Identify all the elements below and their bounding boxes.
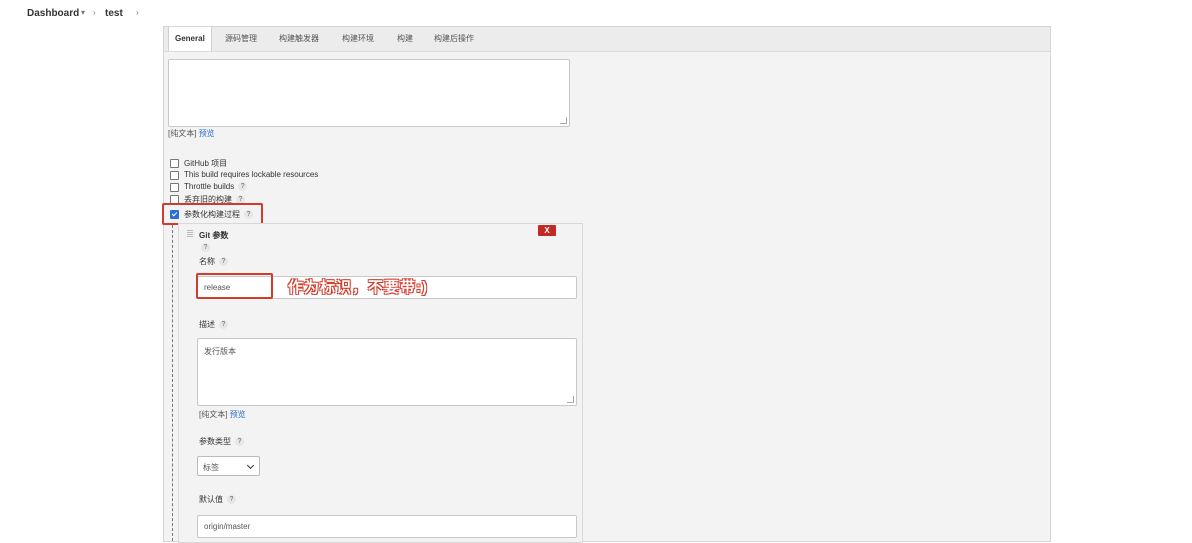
- tab-triggers[interactable]: 构建触发器: [279, 27, 319, 51]
- tab-build[interactable]: 构建: [397, 27, 413, 51]
- chevron-down-icon: [246, 461, 255, 470]
- tab-environment[interactable]: 构建环境: [342, 27, 374, 51]
- tab-post-build[interactable]: 构建后操作: [434, 27, 474, 51]
- resize-handle-icon[interactable]: [567, 396, 574, 403]
- annotation-text: 作为标识，不要带:): [288, 279, 428, 296]
- config-tabs: General 源码管理 构建触发器 构建环境 构建 构建后操作: [164, 27, 1050, 52]
- description-textarea[interactable]: [168, 59, 570, 127]
- highlight-box: [196, 273, 273, 299]
- parameter-type-label: 参数类型: [199, 437, 231, 446]
- help-icon[interactable]: ?: [219, 257, 228, 267]
- preview-link[interactable]: 预览: [230, 410, 246, 419]
- plain-text-label: [纯文本]: [199, 410, 228, 419]
- parameter-type-value: 标签: [203, 463, 219, 472]
- breadcrumb-project[interactable]: test: [105, 8, 123, 19]
- preview-link[interactable]: 预览: [199, 129, 215, 138]
- lockable-resources-checkbox[interactable]: [170, 171, 179, 180]
- description-label: 描述: [199, 320, 215, 329]
- highlight-box: [162, 203, 263, 225]
- chevron-down-icon[interactable]: ▾: [81, 8, 85, 17]
- drag-handle-icon[interactable]: [187, 230, 193, 238]
- description-textarea[interactable]: 发行版本: [197, 338, 577, 406]
- config-panel: General 源码管理 构建触发器 构建环境 构建 构建后操作 [纯文本] 预…: [162, 26, 1051, 543]
- tab-scm[interactable]: 源码管理: [225, 27, 257, 51]
- help-icon[interactable]: ?: [201, 243, 210, 252]
- default-value-label: 默认值: [199, 495, 223, 504]
- option-label: GitHub 项目: [184, 159, 228, 168]
- throttle-builds-checkbox[interactable]: [170, 183, 179, 192]
- chevron-right-icon: ›: [136, 8, 139, 17]
- delete-button[interactable]: X: [538, 225, 556, 236]
- resize-handle-icon[interactable]: [560, 117, 567, 124]
- breadcrumb-dashboard[interactable]: Dashboard: [27, 8, 79, 19]
- parameter-type-select[interactable]: 标签: [197, 456, 260, 476]
- default-value-text: origin/master: [204, 522, 251, 531]
- help-icon[interactable]: ?: [238, 182, 248, 192]
- git-parameter-block: Git 参数 ? X 名称? release 作为标识，不要带:) 描述? 发行…: [178, 223, 583, 543]
- github-project-checkbox[interactable]: [170, 159, 179, 168]
- default-value-input[interactable]: origin/master: [197, 515, 577, 538]
- option-label: This build requires lockable resources: [184, 170, 319, 179]
- tab-general[interactable]: General: [168, 27, 212, 51]
- help-icon[interactable]: ?: [219, 320, 228, 330]
- chevron-right-icon: ›: [93, 8, 96, 17]
- nesting-line: [172, 225, 173, 541]
- help-icon[interactable]: ?: [235, 437, 244, 447]
- name-label: 名称: [199, 257, 215, 266]
- plain-text-label: [纯文本]: [168, 129, 197, 138]
- description-value: 发行版本: [204, 347, 236, 356]
- help-icon[interactable]: ?: [227, 495, 236, 505]
- breadcrumb: Dashboard ▾ › test ›: [0, 0, 1192, 26]
- option-label: Throttle builds: [184, 182, 235, 191]
- git-parameter-title: Git 参数: [199, 231, 229, 240]
